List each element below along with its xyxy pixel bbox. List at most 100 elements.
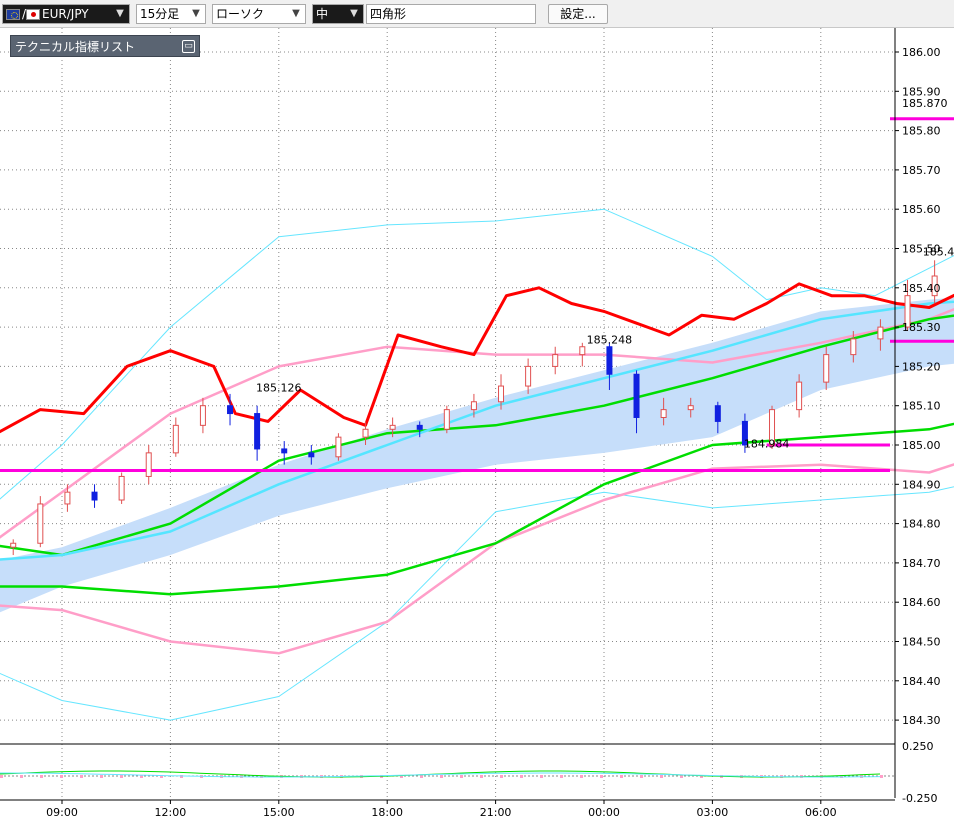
candle-body [525, 365, 532, 387]
candle-body [660, 409, 667, 418]
tool-size-label: 中 [316, 7, 329, 21]
macd-histogram-bar [500, 775, 503, 778]
candle-body [416, 424, 423, 430]
candle-body [227, 405, 234, 415]
sub-axis-label: -0.250 [902, 792, 937, 805]
candle-body [281, 448, 288, 454]
macd-histogram-bar [880, 775, 883, 778]
macd-histogram-bar [640, 775, 643, 778]
settings-button[interactable]: 設定... [548, 4, 608, 24]
candle-body [145, 452, 152, 477]
candle-body [308, 452, 315, 458]
price-tick-label: 185.00 [902, 439, 941, 452]
macd-histogram-bar [560, 775, 563, 778]
symbol-label: EUR/JPY [42, 7, 89, 21]
price-tick-label: 184.90 [902, 478, 941, 491]
macd-histogram-bar [620, 775, 623, 778]
macd-histogram-bar [80, 775, 83, 778]
time-tick-label: 00:00 [588, 806, 620, 819]
macd-histogram-bar [460, 775, 463, 778]
price-annotation: 184.984 [744, 437, 790, 450]
macd-histogram-bar [540, 775, 543, 778]
jp-flag-icon [26, 9, 41, 20]
price-tick-label: 184.70 [902, 557, 941, 570]
candle-body [714, 405, 721, 422]
macd-histogram-bar [600, 775, 603, 778]
macd-histogram-bar [60, 775, 63, 778]
macd-histogram-bar [20, 775, 23, 778]
macd-histogram-bar [520, 775, 523, 778]
price-tick-label: 184.30 [902, 714, 941, 727]
price-tick-label: 185.50 [902, 243, 941, 256]
candle-body [91, 491, 98, 501]
macd-histogram-bar [660, 775, 663, 778]
current-price-label: 185.870 [902, 97, 948, 110]
macd-histogram-bar [580, 775, 583, 778]
candle-body [37, 503, 44, 544]
time-tick-label: 06:00 [805, 806, 837, 819]
sub-axis-label: 0.250 [902, 740, 934, 753]
price-tick-label: 184.60 [902, 596, 941, 609]
eu-flag-icon [6, 9, 20, 20]
macd-histogram-bar [40, 775, 43, 778]
candle-body [335, 436, 342, 458]
indicator-list-title: テクニカル指標リスト [15, 40, 136, 54]
chevron-down-icon: ▼ [350, 8, 358, 19]
candle-body [633, 373, 640, 418]
time-tick-label: 12:00 [155, 806, 187, 819]
price-tick-label: 186.00 [902, 46, 941, 59]
candle-body [579, 346, 586, 356]
candle-body [498, 385, 505, 403]
time-tick-label: 21:00 [480, 806, 512, 819]
price-tick-label: 185.80 [902, 125, 941, 138]
candle-body [552, 354, 559, 367]
macd-histogram-bar [0, 775, 3, 778]
price-tick-label: 185.60 [902, 203, 941, 216]
candle-body [606, 346, 613, 375]
price-tick-label: 184.80 [902, 518, 941, 531]
ichimoku-cloud [0, 297, 954, 613]
candle-body [10, 542, 17, 548]
macd-histogram-bar [480, 775, 483, 778]
symbol-select[interactable]: / EUR/JPY ▼ [2, 4, 130, 24]
candle-body [796, 381, 803, 411]
time-tick-label: 09:00 [46, 806, 78, 819]
chevron-down-icon: ▼ [116, 8, 124, 19]
chevron-down-icon: ▼ [192, 8, 200, 19]
price-tick-label: 185.40 [902, 282, 941, 295]
timeframe-label: 15分足 [140, 7, 180, 21]
macd-histogram-bar [420, 775, 423, 778]
price-chart[interactable]: 185.126185.248184.984185.472185.490185.3… [0, 28, 954, 823]
timeframe-select[interactable]: 15分足 ▼ [136, 4, 206, 24]
macd-histogram-bar [100, 775, 103, 778]
shape-label: 四角形 [370, 7, 407, 21]
price-tick-label: 185.10 [902, 400, 941, 413]
candle-body [389, 424, 396, 430]
chart-toolbar: / EUR/JPY ▼ 15分足 ▼ ローソク ▼ 中 ▼ 四角形 設定... [0, 0, 954, 28]
candle-body [823, 354, 830, 383]
candle-body [470, 401, 477, 411]
chart-type-label: ローソク [216, 7, 265, 21]
chart-canvas[interactable]: 185.126185.248184.984185.472185.490185.3… [0, 28, 954, 823]
candle-body [850, 338, 857, 356]
indicator-list-panel[interactable]: テクニカル指標リスト ▭ [10, 35, 200, 57]
price-tick-label: 184.40 [902, 675, 941, 688]
price-tick-label: 185.30 [902, 321, 941, 334]
price-annotation: 185.126 [256, 381, 302, 394]
candle-body [362, 428, 369, 438]
chart-type-select[interactable]: ローソク ▼ [212, 4, 306, 24]
price-tick-label: 185.70 [902, 164, 941, 177]
candle-body [254, 413, 261, 450]
candle-body [199, 405, 206, 426]
candle-body [118, 475, 125, 501]
chevron-down-icon: ▼ [292, 8, 300, 19]
shape-select[interactable]: 四角形 [366, 4, 536, 24]
macd-histogram-bar [440, 775, 443, 778]
candle-body [172, 424, 179, 454]
tool-size-select[interactable]: 中 ▼ [312, 4, 364, 24]
macd-histogram-bar [120, 775, 123, 778]
candle-body [687, 405, 694, 411]
collapse-icon[interactable]: ▭ [182, 40, 195, 53]
time-tick-label: 03:00 [697, 806, 729, 819]
candle-body [877, 326, 884, 340]
